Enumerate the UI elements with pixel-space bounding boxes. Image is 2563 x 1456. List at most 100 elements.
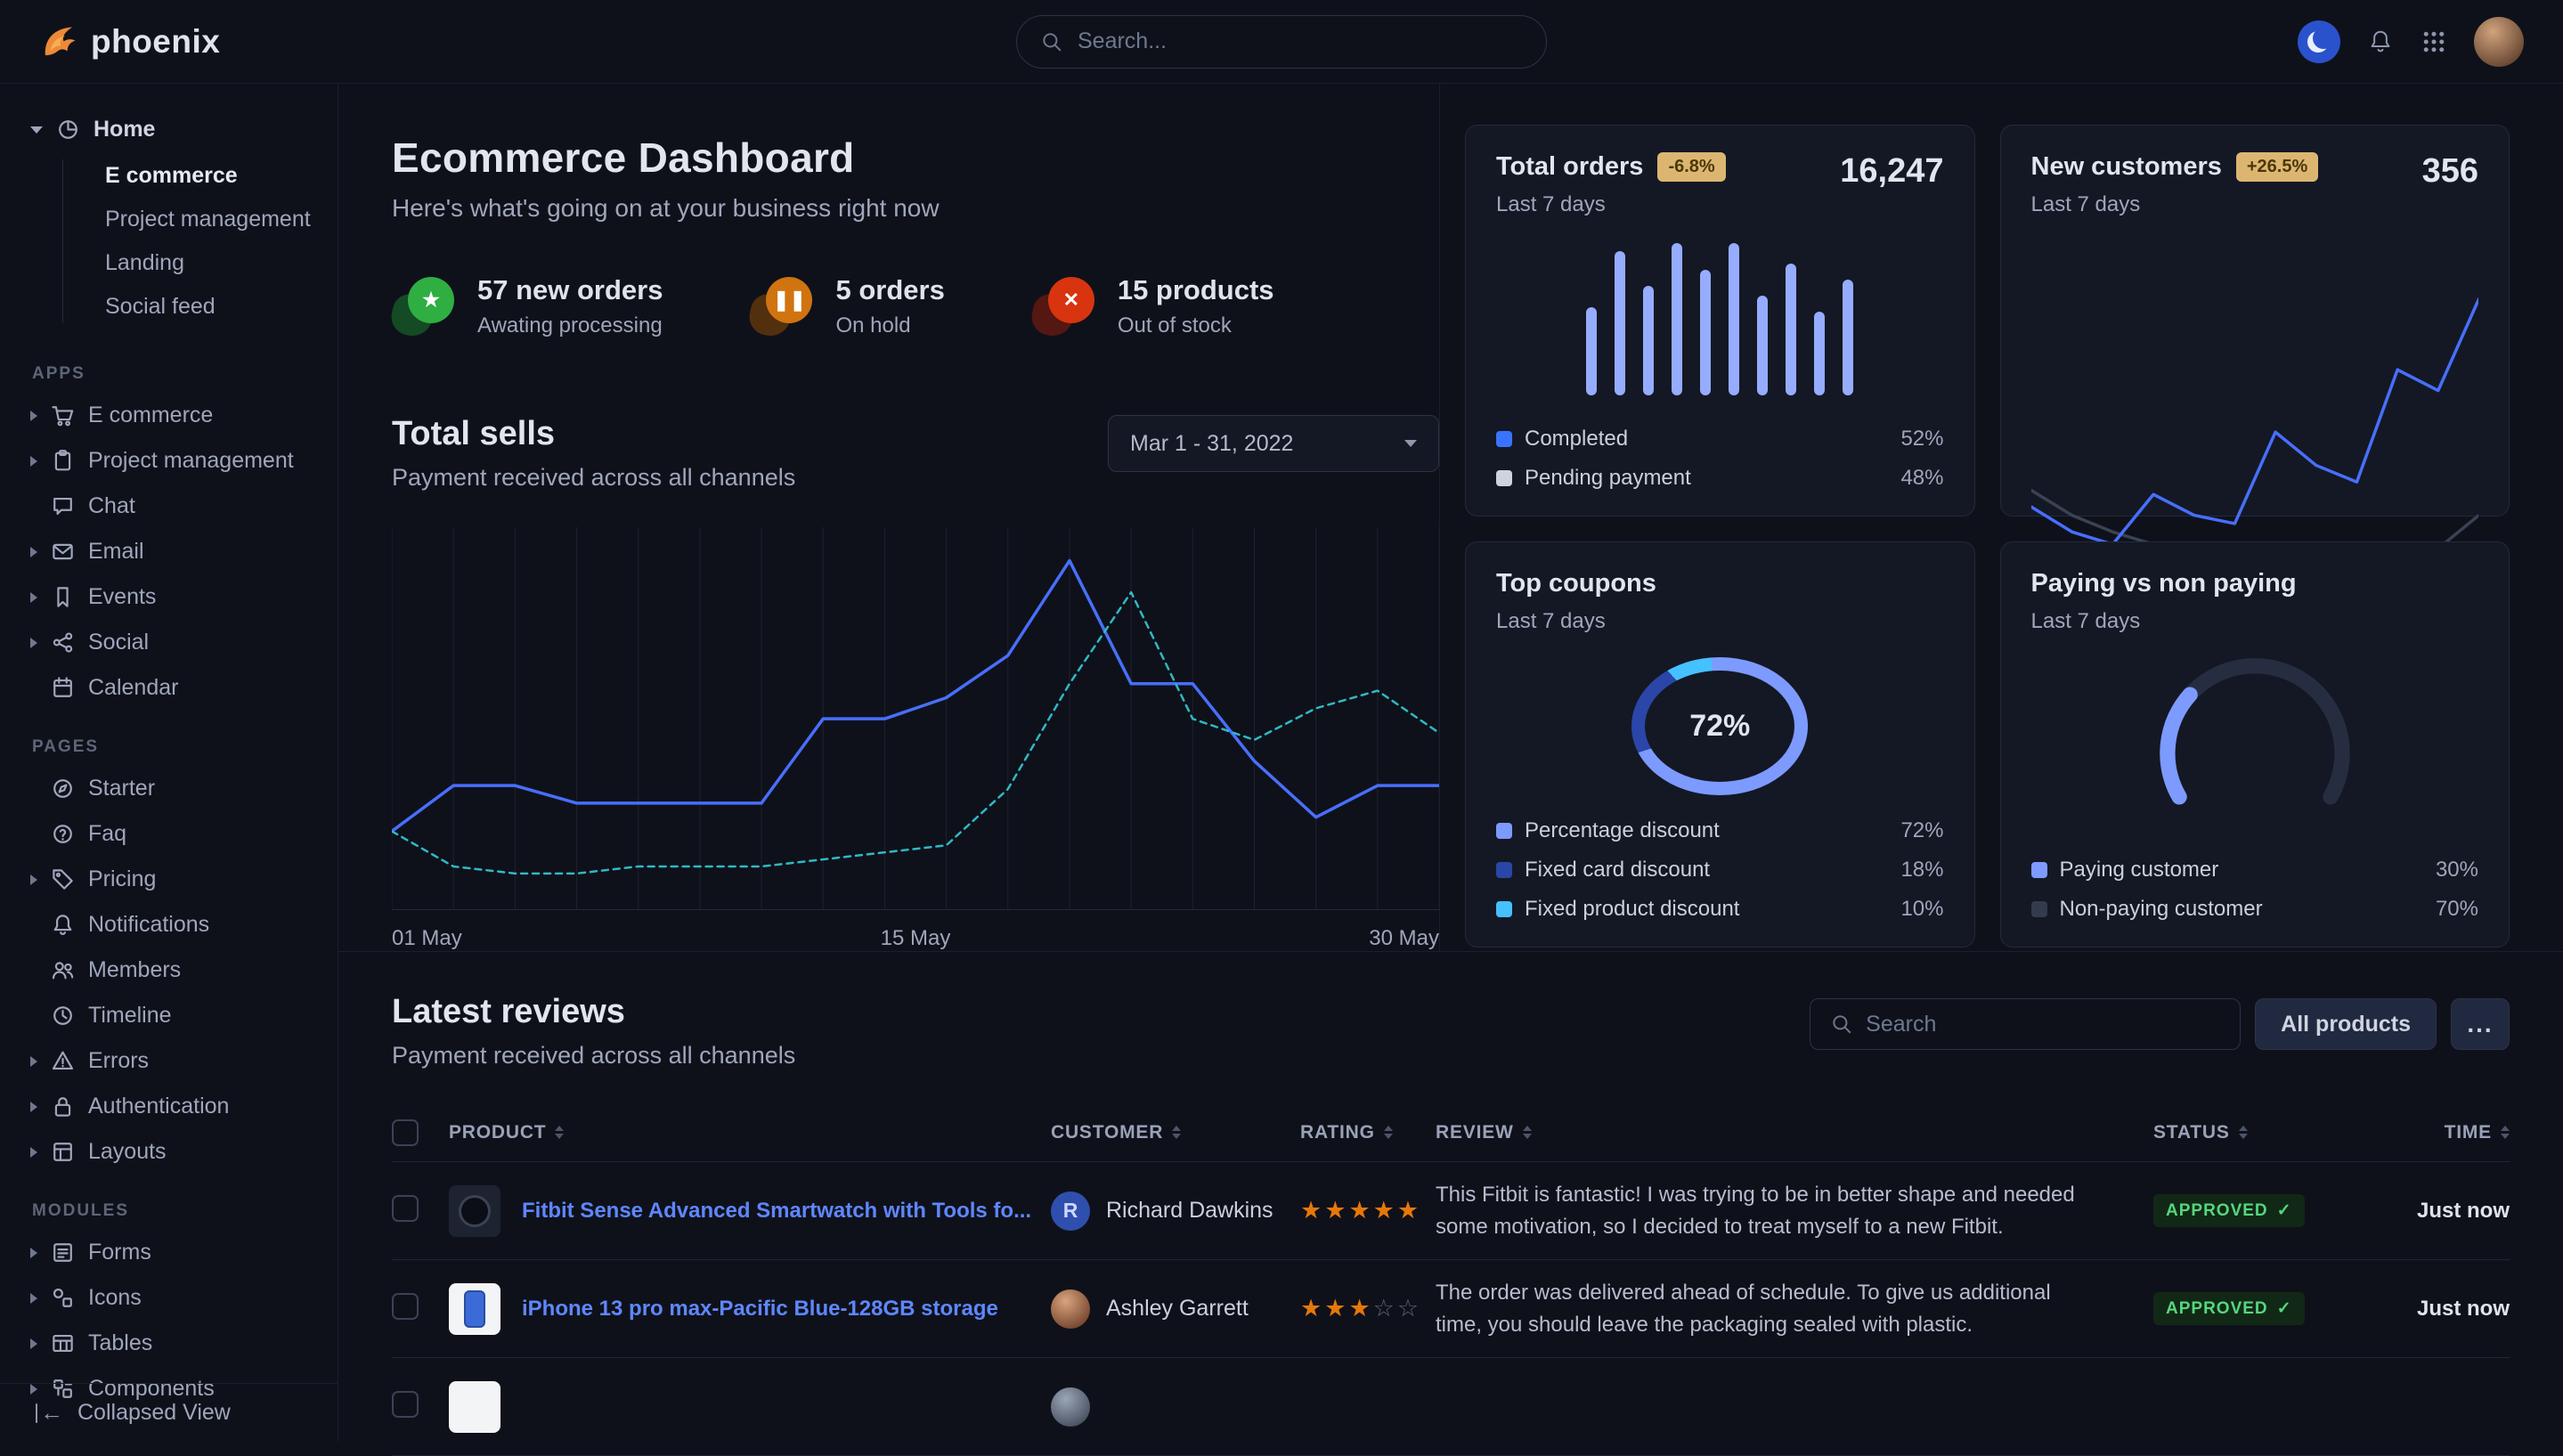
table-row: Fitbit Sense Advanced Smartwatch with To… (392, 1162, 2510, 1260)
share-icon (51, 630, 75, 655)
sidebar-item-label: Project management (88, 448, 294, 474)
star-icon: ★ (392, 277, 454, 336)
all-products-button[interactable]: All products (2255, 998, 2437, 1050)
coupons-donut-chart: 72% (1631, 657, 1808, 795)
sidebar-item-errors[interactable]: Errors (0, 1038, 338, 1084)
sidebar-item-social-feed[interactable]: Social feed (0, 285, 338, 329)
product-thumbnail[interactable] (449, 1185, 500, 1237)
select-all-checkbox[interactable] (392, 1119, 419, 1146)
paying-vs-non-paying-card: Paying vs non paying Last 7 days Payi (2000, 541, 2510, 948)
brand-name: phoenix (91, 23, 220, 61)
sort-icon[interactable] (2239, 1126, 2248, 1139)
stats-row: ★ 57 new orders Awating processing ❚❚ (392, 274, 1439, 338)
sidebar-item-label: Social (88, 630, 149, 655)
sidebar-item-notifications[interactable]: Notifications (0, 902, 338, 948)
card-title: Total orders (1496, 152, 1643, 182)
trend-badge: +26.5% (2236, 152, 2318, 182)
customer-name: Ashley Garrett (1106, 1296, 1249, 1322)
sidebar-item-members[interactable]: Members (0, 948, 338, 993)
sort-icon[interactable] (1523, 1126, 1532, 1139)
sidebar-item-faq[interactable]: Faq (0, 811, 338, 857)
total-sells-chart (392, 527, 1439, 910)
sidebar-item-pricing[interactable]: Pricing (0, 857, 338, 902)
app-launcher-button[interactable] (2421, 28, 2447, 55)
more-options-button[interactable]: ... (2451, 998, 2510, 1050)
row-checkbox[interactable] (392, 1293, 419, 1320)
card-title: New customers (2031, 152, 2222, 182)
product-thumbnail[interactable] (449, 1381, 500, 1433)
sidebar-item-timeline[interactable]: Timeline (0, 993, 338, 1038)
sidebar-section-pages: PAGES (0, 711, 338, 766)
search-icon (1040, 30, 1063, 53)
bookmark-icon (51, 585, 75, 609)
sidebar-item-label: Faq (88, 821, 126, 847)
card-period: Last 7 days (1496, 192, 1726, 217)
chevron-right-icon (30, 874, 37, 885)
stat-caption: On hold (835, 313, 944, 338)
phoenix-logo-icon (39, 22, 78, 61)
card-period: Last 7 days (2031, 192, 2319, 217)
global-search-input[interactable]: Search... (1016, 15, 1547, 69)
stat-caption: Out of stock (1118, 313, 1274, 338)
review-text: The order was delivered ahead of schedul… (1436, 1277, 2153, 1341)
notifications-button[interactable] (2367, 28, 2394, 55)
home-submenu: E commerce Project management Landing So… (0, 154, 338, 329)
row-checkbox[interactable] (392, 1391, 419, 1418)
sidebar-section-modules: MODULES (0, 1175, 338, 1230)
reviews-search-input[interactable]: Search (1810, 998, 2241, 1050)
total-orders-card: Total orders -6.8% Last 7 days 16,247 (1465, 125, 1975, 517)
sidebar-item-landing[interactable]: Landing (0, 241, 338, 285)
legend-item: Fixed card discount 18% (1496, 858, 1944, 883)
check-icon: ✓ (2277, 1200, 2292, 1221)
sort-icon[interactable] (2501, 1126, 2510, 1139)
sort-icon[interactable] (1172, 1126, 1181, 1139)
sidebar-item-chat[interactable]: Chat (0, 484, 338, 529)
sidebar-item-events[interactable]: Events (0, 574, 338, 620)
legend-item: Pending payment 48% (1496, 466, 1944, 491)
bell-icon (2367, 28, 2394, 55)
legend-label: Paying customer (2060, 858, 2219, 883)
sidebar-item-starter[interactable]: Starter (0, 766, 338, 811)
brand-logo[interactable]: phoenix (39, 22, 220, 61)
sidebar: Home E commerce Project management Landi… (0, 84, 338, 1442)
date-range-select[interactable]: Mar 1 - 31, 2022 (1108, 415, 1439, 472)
sidebar-item-tables[interactable]: Tables (0, 1321, 338, 1366)
collapsed-view-toggle[interactable]: ← Collapsed View (0, 1383, 338, 1442)
sidebar-item-icons[interactable]: Icons (0, 1275, 338, 1321)
sidebar-item-label: Authentication (88, 1094, 229, 1119)
sidebar-item-label: Forms (88, 1240, 151, 1265)
chevron-right-icon (30, 411, 37, 421)
product-thumbnail[interactable] (449, 1283, 500, 1335)
sidebar-item-ecommerce-dashboard[interactable]: E commerce (0, 154, 338, 198)
sort-icon[interactable] (1384, 1126, 1393, 1139)
sidebar-item-calendar[interactable]: Calendar (0, 665, 338, 711)
customer-avatar: R (1051, 1192, 1090, 1231)
total-orders-value: 16,247 (1840, 152, 1943, 191)
sidebar-item-email[interactable]: Email (0, 529, 338, 574)
sidebar-item-label: Layouts (88, 1139, 167, 1165)
legend-item: Paying customer 30% (2031, 858, 2479, 883)
pause-icon: ❚❚ (750, 277, 812, 336)
sidebar-item-social[interactable]: Social (0, 620, 338, 665)
product-link[interactable]: iPhone 13 pro max-Pacific Blue-128GB sto… (522, 1297, 998, 1322)
card-period: Last 7 days (1496, 609, 1944, 634)
legend-value: 18% (1900, 858, 1943, 883)
table-row: iPhone 13 pro max-Pacific Blue-128GB sto… (392, 1260, 2510, 1358)
legend-swatch (1496, 823, 1512, 839)
sidebar-item-forms[interactable]: Forms (0, 1230, 338, 1275)
user-avatar[interactable] (2474, 17, 2524, 67)
legend-value: 10% (1900, 897, 1943, 922)
sort-icon[interactable] (555, 1126, 564, 1139)
sidebar-item-authentication[interactable]: Authentication (0, 1084, 338, 1129)
sidebar-item-layouts[interactable]: Layouts (0, 1129, 338, 1175)
theme-toggle-button[interactable] (2298, 20, 2340, 63)
row-checkbox[interactable] (392, 1195, 419, 1222)
sidebar-item-ecommerce-app[interactable]: E commerce (0, 393, 338, 438)
sidebar-item-project-management-dashboard[interactable]: Project management (0, 198, 338, 241)
product-link[interactable]: Fitbit Sense Advanced Smartwatch with To… (522, 1199, 1031, 1224)
stat-value: 15 products (1118, 274, 1274, 306)
sidebar-item-project-management[interactable]: Project management (0, 438, 338, 484)
sidebar-item-home[interactable]: Home (0, 107, 338, 152)
tag-icon (51, 867, 75, 891)
chevron-right-icon (30, 456, 37, 467)
